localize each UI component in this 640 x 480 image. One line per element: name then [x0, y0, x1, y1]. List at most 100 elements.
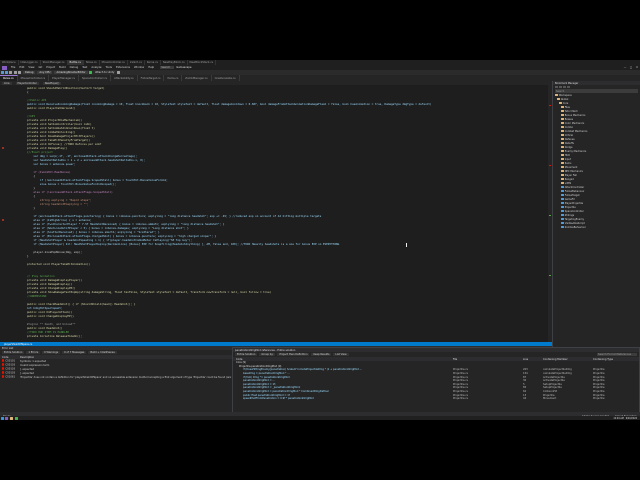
editor-gutter[interactable]: [0, 85, 12, 342]
text-cursor: [406, 243, 407, 247]
folder-icon: [561, 177, 564, 181]
reference-member: Movement: [543, 397, 557, 401]
play-icon[interactable]: [89, 71, 93, 74]
code-line[interactable]: public void PlayerIsOnGround(): [14, 106, 76, 110]
menu-item-project[interactable]: Project: [44, 66, 57, 69]
menu-item-extensions[interactable]: Extensions: [114, 66, 132, 69]
bookmark-label: Bosses: [564, 117, 573, 121]
debug-options-icon[interactable]: [117, 71, 121, 74]
error-code: CS0101: [0, 359, 20, 363]
list-view-button[interactable]: List View: [333, 353, 349, 356]
messages-filter-button[interactable]: 0 of 7 Messages: [62, 351, 87, 354]
reference-line: 62: [523, 390, 527, 394]
menu-item-window[interactable]: Window: [132, 66, 146, 69]
platform-dropdown[interactable]: Any CPU: [37, 71, 53, 74]
code-area[interactable]: public void ShootAtWorldPosition(Vector3…: [14, 86, 548, 340]
scope-dropdown[interactable]: Entire Solution: [2, 351, 25, 354]
reference-line: 154: [523, 372, 528, 376]
column-header-file[interactable]: File: [453, 358, 523, 361]
undo-icon[interactable]: [18, 71, 22, 74]
previous-bookmark-icon[interactable]: [559, 85, 562, 89]
next-bookmark-icon[interactable]: [563, 85, 566, 89]
column-header-code[interactable]: Code: [0, 356, 20, 359]
code-line[interactable]: private Coroutine ReleaseTimeOn();: [14, 334, 82, 338]
bookmark-label: Ranged: [564, 177, 574, 181]
group-by-dropdown[interactable]: Project then Definition: [277, 353, 310, 356]
reference-file: Projectile.cs: [453, 372, 468, 376]
save-icon[interactable]: [13, 71, 17, 74]
start-icon[interactable]: [0, 416, 4, 420]
warnings-filter-button[interactable]: 0 Warnings: [42, 351, 61, 354]
reference-code: baseDmg = penetrationDmgMod * ...: [243, 372, 290, 376]
code-editor[interactable]: public void ShootAtWorldPosition(Vector3…: [0, 85, 552, 342]
visual-studio-taskbar-icon[interactable]: [5, 416, 9, 420]
menu-item-debug[interactable]: Debug: [68, 66, 81, 69]
configuration-dropdown[interactable]: Debug: [22, 71, 36, 74]
column-header-line[interactable]: Line: [523, 358, 543, 361]
bookmark-label: Combat Mechanics: [564, 129, 588, 133]
reference-member: ActivateProjectile: [543, 379, 565, 383]
menu-item-view[interactable]: View: [26, 66, 36, 69]
folder-icon: [561, 153, 564, 157]
folder-icon: [561, 105, 564, 109]
code-line[interactable]: var bonus = enbonus.power;: [14, 162, 75, 166]
csharp-file-icon: [561, 205, 564, 209]
new-file-icon[interactable]: [9, 71, 13, 74]
menu-item-build[interactable]: Build: [57, 66, 68, 69]
menu-item-file[interactable]: File: [9, 66, 17, 69]
errors-filter-button[interactable]: 1 Errors: [26, 351, 41, 354]
reference-code: if (fam) Dmg *= penetrationDmgMod: [243, 375, 290, 379]
code-line[interactable]: protected void PlayerTakeHitAnimation(): [14, 262, 90, 266]
bookmark-label: Combo: [564, 125, 574, 129]
build-source-dropdown[interactable]: Build + IntelliSense: [88, 351, 117, 354]
code-line[interactable]: //UNDERSTAND: [14, 294, 46, 298]
bookmark-label: AttackController: [564, 185, 585, 189]
menu-item-tools[interactable]: Tools: [104, 66, 114, 69]
bookmark-tree: Workspace Global Core Files Tutor Mech Bonus …: [553, 93, 640, 229]
global-search-input[interactable]: Search: [160, 65, 175, 70]
new-folder-icon[interactable]: [555, 85, 558, 89]
column-header-containing-type[interactable]: Containing Type: [593, 358, 633, 361]
close-button[interactable]: ✕: [634, 66, 640, 69]
code-line[interactable]: }: [14, 206, 35, 210]
bookmark-label: Critical: [564, 133, 574, 137]
reference-row[interactable]: speedMultFromPenetration = 0.9f * penetr…: [233, 397, 639, 401]
bookmark-label: Core: [562, 101, 569, 105]
reference-line: 30: [523, 379, 527, 383]
reference-type: Projectile: [593, 372, 605, 376]
startup-project-dropdown[interactable]: AmazingShooterEditor: [54, 71, 88, 74]
code-line[interactable]: public void ChangeDisplayPP(): [14, 314, 74, 318]
column-header-containing-member[interactable]: Containing Member: [543, 358, 593, 361]
menu-item-edit[interactable]: Edit: [17, 66, 26, 69]
code-line[interactable]: }: [14, 254, 29, 258]
bookmark-item[interactable]: ZombieBehaviour: [553, 225, 640, 229]
code-line[interactable]: private void ShowDamageTextPopUp(string …: [14, 290, 271, 294]
breakpoint-icon[interactable]: [1, 218, 4, 222]
attach-button[interactable]: Attach to Unity: [93, 71, 117, 74]
forward-icon[interactable]: [5, 71, 9, 74]
folder-icon: [561, 113, 564, 117]
reference-line: 44: [523, 397, 527, 401]
back-icon[interactable]: [0, 71, 4, 74]
code-line[interactable]: public void ReceiveIncomingDamage(float …: [14, 102, 432, 106]
reference-file: Projectile.cs: [453, 390, 468, 394]
column-header-code[interactable]: Code: [233, 358, 453, 361]
bookmark-label: Workspace: [558, 93, 572, 97]
reference-member: SetupProjectile: [543, 386, 562, 390]
menu-item-git[interactable]: Git: [37, 66, 45, 69]
file-explorer-icon[interactable]: [9, 416, 13, 420]
browser-icon[interactable]: [14, 416, 18, 420]
delete-bookmark-icon[interactable]: [567, 85, 570, 89]
breakpoint-icon[interactable]: [1, 146, 4, 150]
menu-item-analyze[interactable]: Analyze: [89, 66, 103, 69]
code-line[interactable]: {: [14, 90, 29, 94]
references-search-input[interactable]: Search Find All References: [597, 353, 637, 356]
bookmark-label: Items: [564, 161, 572, 165]
menu-item-test[interactable]: Test: [80, 66, 89, 69]
code-line[interactable]: if (HeadshotPlayer) bll: HeadShotPlayerD…: [14, 242, 339, 246]
bookmark-label: Debuffs: [564, 141, 574, 145]
keep-results-button[interactable]: Keep Results: [311, 353, 332, 356]
refs-scope-dropdown[interactable]: Entire Solution: [235, 353, 258, 356]
csharp-file-icon: [561, 217, 564, 221]
menu-item-help[interactable]: Help: [146, 66, 156, 69]
